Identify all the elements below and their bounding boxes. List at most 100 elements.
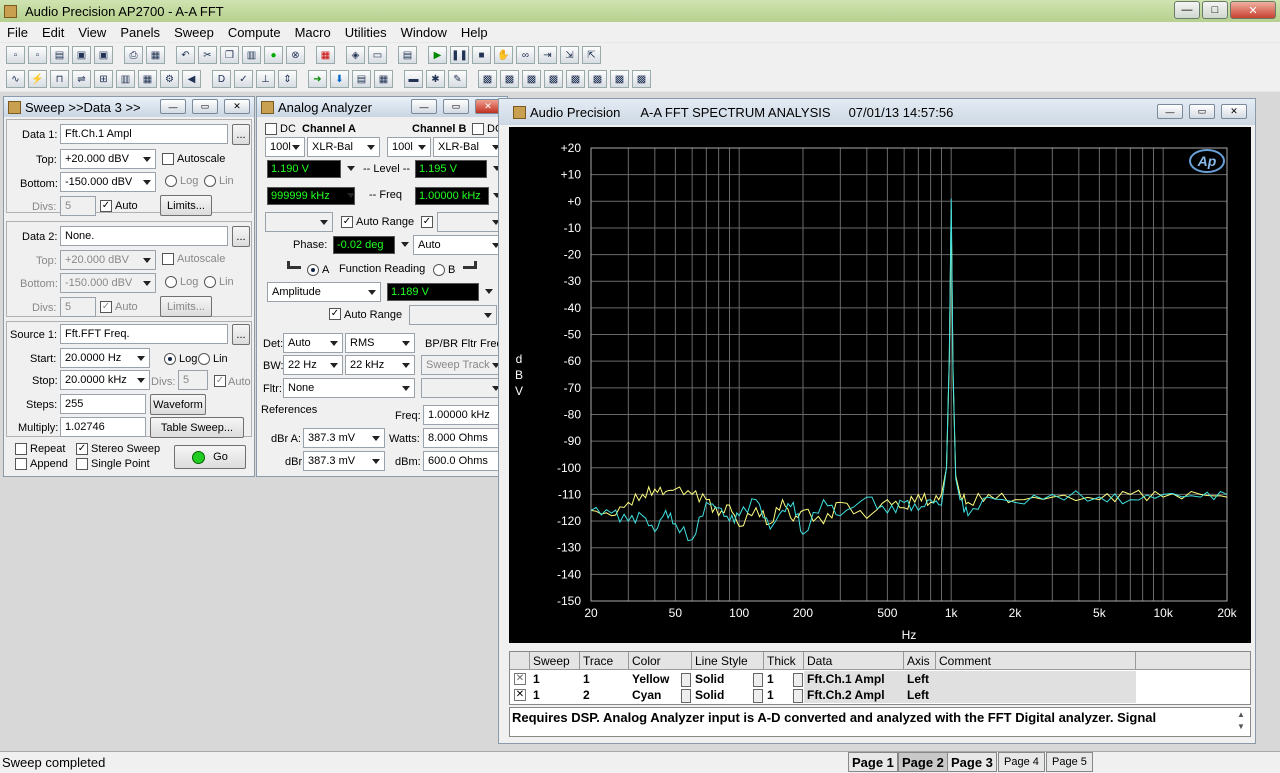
fltr-dropdown[interactable]: None [283, 378, 415, 398]
phase-unit-dropdown[interactable] [395, 235, 413, 255]
sweep-log-radio[interactable] [164, 353, 176, 365]
range-b-dropdown[interactable]: 100l [387, 137, 431, 157]
generator-icon[interactable]: ∿ [6, 70, 25, 88]
dbm-field[interactable]: 600.0 Ohms [423, 451, 505, 471]
range-select-b-dropdown[interactable] [437, 212, 505, 232]
watts-field[interactable]: 8.000 Ohms [423, 428, 505, 448]
open-icon[interactable]: ▤ [50, 46, 69, 64]
digital-io-icon[interactable]: ⇌ [72, 70, 91, 88]
run-icon[interactable]: ▶ [428, 46, 447, 64]
status-icon[interactable]: ⊥ [256, 70, 275, 88]
data1-field[interactable]: Fft.Ch.1 Ampl [60, 124, 228, 144]
bottom-dropdown[interactable]: -150.000 dBV [60, 172, 156, 192]
sweep-panel-minimize[interactable]: — [160, 99, 186, 114]
limits2-button[interactable]: Limits... [160, 296, 212, 317]
step-out-icon[interactable]: ⇱ [582, 46, 601, 64]
graph-minimize[interactable]: — [1157, 104, 1183, 119]
function-unit-dropdown[interactable] [479, 282, 497, 302]
dsp-icon[interactable]: ⊞ [94, 70, 113, 88]
page-tab-5[interactable]: Page 5 [1046, 752, 1093, 772]
source1-browse-button[interactable]: ... [232, 324, 250, 345]
menu-window[interactable]: Window [394, 25, 454, 40]
top-dropdown[interactable]: +20.000 dBV [60, 149, 156, 169]
input-b-dropdown[interactable]: XLR-Bal [433, 137, 505, 157]
row2-style[interactable]: Solid [692, 687, 727, 703]
ref-freq-field[interactable]: 1.00000 kHz [423, 405, 505, 425]
minimize-button[interactable]: — [1174, 1, 1200, 19]
auto-range2-checkbox[interactable]: ✓ [329, 308, 341, 320]
menu-panels[interactable]: Panels [113, 25, 167, 40]
dc-b-checkbox[interactable] [472, 123, 484, 135]
col-thick[interactable]: Thick [764, 652, 804, 670]
bargraph-icon[interactable]: ▥ [116, 70, 135, 88]
row2-style-dropdown-icon[interactable] [753, 689, 763, 703]
comment-box[interactable]: Requires DSP. Analog Analyzer input is A… [509, 707, 1251, 737]
auto2-checkbox[interactable]: ✓ [100, 301, 112, 313]
row2-thick-dropdown-icon[interactable] [793, 689, 803, 703]
data1-browse-button[interactable]: ... [232, 124, 250, 145]
src-divs-field[interactable]: 5 [178, 370, 208, 390]
print-preview-icon[interactable]: ▦ [146, 46, 165, 64]
cut-icon[interactable]: ✂ [198, 46, 217, 64]
col-comment[interactable]: Comment [936, 652, 1136, 670]
stop-dropdown[interactable]: 20.0000 kHz [60, 370, 150, 390]
hand-icon[interactable]: ✋ [494, 46, 513, 64]
function-a-radio[interactable] [307, 264, 319, 276]
row1-trace[interactable]: 1 [580, 671, 593, 687]
append-checkbox[interactable] [15, 458, 27, 470]
display-4-icon[interactable]: ▩ [544, 70, 563, 88]
repeat-checkbox[interactable] [15, 443, 27, 455]
analyzer-panel-titlebar[interactable]: Analog Analyzer — ▭ ✕ [257, 97, 507, 117]
watch-icon[interactable]: ∞ [516, 46, 535, 64]
row1-data[interactable]: Fft.Ch.1 Ampl [804, 671, 904, 687]
autoscale2-checkbox[interactable] [162, 253, 174, 265]
range-select-a-dropdown[interactable] [265, 212, 333, 232]
data2-browse-button[interactable]: ... [232, 226, 250, 247]
comment-scroll-icon[interactable]: ▲ ▼ [1234, 709, 1248, 735]
maximize-button[interactable]: □ [1202, 1, 1228, 19]
menu-macro[interactable]: Macro [288, 25, 338, 40]
limits-button[interactable]: Limits... [160, 195, 212, 216]
row1-thick[interactable]: 1 [764, 671, 777, 687]
top2-dropdown[interactable]: +20.000 dBV [60, 250, 156, 270]
row1-style[interactable]: Solid [692, 671, 727, 687]
row1-axis[interactable]: Left [904, 671, 936, 687]
auto-range-b-checkbox[interactable]: ✓ [421, 216, 433, 228]
report-icon[interactable]: ▤ [398, 46, 417, 64]
single-point-checkbox[interactable] [76, 458, 88, 470]
freq-a-unit-dropdown[interactable] [341, 186, 359, 206]
sweep-lin-radio[interactable] [198, 353, 210, 365]
graph-close[interactable]: ✕ [1221, 104, 1247, 119]
row2-enable-checkbox[interactable]: ✕ [514, 689, 526, 701]
switcher-icon[interactable]: ▦ [138, 70, 157, 88]
fltr-freq-dropdown[interactable] [421, 378, 505, 398]
divs-field[interactable]: 5 [60, 196, 96, 216]
row2-comment[interactable] [936, 687, 1136, 703]
menu-utilities[interactable]: Utilities [338, 25, 394, 40]
det-mode-dropdown[interactable]: RMS [345, 333, 415, 353]
stereo-sweep-checkbox[interactable]: ✓ [76, 443, 88, 455]
start-dropdown[interactable]: 20.0000 Hz [60, 348, 150, 368]
input-a-dropdown[interactable]: XLR-Bal [307, 137, 380, 157]
bw-low-dropdown[interactable]: 22 Hz [283, 355, 343, 375]
log-radio[interactable] [165, 175, 177, 187]
notes-icon[interactable]: ✎ [448, 70, 467, 88]
menu-view[interactable]: View [71, 25, 113, 40]
row2-color[interactable]: Cyan [629, 687, 664, 703]
waveform-button[interactable]: Waveform [150, 394, 206, 415]
divs2-field[interactable]: 5 [60, 297, 96, 317]
col-sweep[interactable]: Sweep [530, 652, 580, 670]
row1-sweep[interactable]: 1 [530, 671, 543, 687]
graph-icon[interactable]: ▦ [316, 46, 335, 64]
arrow-down-icon[interactable]: ⬇ [330, 70, 349, 88]
save-icon[interactable]: ▣ [72, 46, 91, 64]
lin2-radio[interactable] [204, 276, 216, 288]
menu-file[interactable]: File [0, 25, 35, 40]
menu-sweep[interactable]: Sweep [167, 25, 221, 40]
source1-field[interactable]: Fft.FFT Freq. [60, 324, 228, 344]
row1-thick-dropdown-icon[interactable] [793, 673, 803, 687]
close-button[interactable]: ✕ [1230, 1, 1276, 19]
pause-icon[interactable]: ❚❚ [450, 46, 469, 64]
function-b-radio[interactable] [433, 264, 445, 276]
dc-a-checkbox[interactable] [265, 123, 277, 135]
